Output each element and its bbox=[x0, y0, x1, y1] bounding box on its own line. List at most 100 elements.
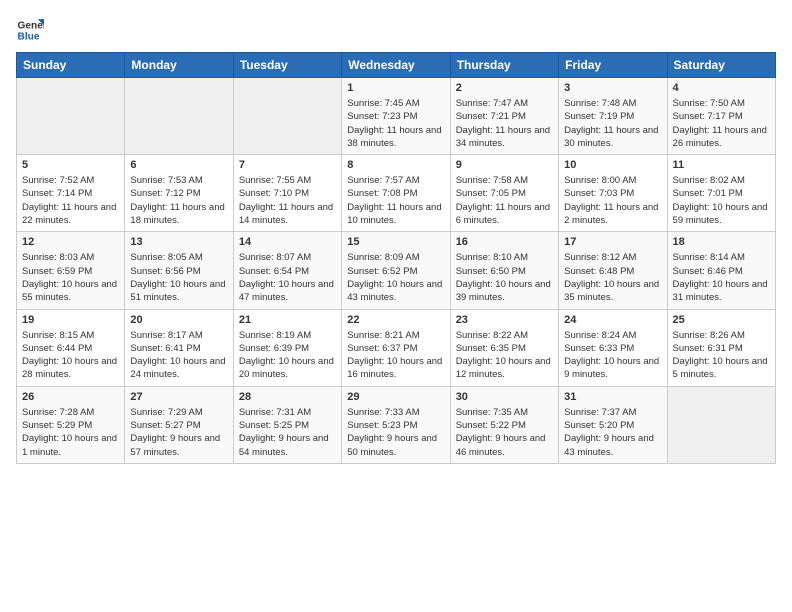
weekday-header-friday: Friday bbox=[559, 53, 667, 78]
day-number: 19 bbox=[22, 314, 119, 326]
day-number: 3 bbox=[564, 82, 661, 94]
header: General Blue bbox=[16, 16, 776, 44]
calendar-cell: 4 Sunrise: 7:50 AMSunset: 7:17 PMDaylight… bbox=[667, 78, 775, 155]
day-info: Sunrise: 7:35 AMSunset: 5:22 PMDaylight:… bbox=[456, 406, 553, 459]
day-info: Sunrise: 8:26 AMSunset: 6:31 PMDaylight:… bbox=[673, 329, 770, 382]
day-info: Sunrise: 8:19 AMSunset: 6:39 PMDaylight:… bbox=[239, 329, 336, 382]
day-info: Sunrise: 8:17 AMSunset: 6:41 PMDaylight:… bbox=[130, 329, 227, 382]
day-number: 2 bbox=[456, 82, 553, 94]
day-number: 28 bbox=[239, 391, 336, 403]
calendar-cell: 1 Sunrise: 7:45 AMSunset: 7:23 PMDaylight… bbox=[342, 78, 450, 155]
weekday-header-sunday: Sunday bbox=[17, 53, 125, 78]
calendar-cell bbox=[233, 78, 341, 155]
day-number: 11 bbox=[673, 159, 770, 171]
calendar-cell: 20 Sunrise: 8:17 AMSunset: 6:41 PMDayligh… bbox=[125, 309, 233, 386]
calendar-cell: 9 Sunrise: 7:58 AMSunset: 7:05 PMDaylight… bbox=[450, 155, 558, 232]
calendar-cell: 8 Sunrise: 7:57 AMSunset: 7:08 PMDaylight… bbox=[342, 155, 450, 232]
calendar-cell: 24Sunrise: 8:24 AMSunset: 6:33 PMDayligh… bbox=[559, 309, 667, 386]
calendar-cell: 29 Sunrise: 7:33 AMSunset: 5:23 PMDayligh… bbox=[342, 386, 450, 463]
svg-text:General: General bbox=[18, 20, 44, 31]
weekday-header-monday: Monday bbox=[125, 53, 233, 78]
calendar-cell: 10Sunrise: 8:00 AMSunset: 7:03 PMDayligh… bbox=[559, 155, 667, 232]
day-info: Sunrise: 7:55 AMSunset: 7:10 PMDaylight:… bbox=[239, 174, 336, 227]
day-number: 10 bbox=[564, 159, 661, 171]
day-number: 9 bbox=[456, 159, 553, 171]
calendar-cell: 23 Sunrise: 8:22 AMSunset: 6:35 PMDayligh… bbox=[450, 309, 558, 386]
logo-icon: General Blue bbox=[16, 16, 44, 44]
day-info: Sunrise: 8:03 AMSunset: 6:59 PMDaylight:… bbox=[22, 251, 119, 304]
calendar-cell: 21 Sunrise: 8:19 AMSunset: 6:39 PMDayligh… bbox=[233, 309, 341, 386]
day-number: 1 bbox=[347, 82, 444, 94]
day-info: Sunrise: 7:50 AMSunset: 7:17 PMDaylight:… bbox=[673, 97, 770, 150]
day-number: 17 bbox=[564, 236, 661, 248]
calendar-week-row: 1 Sunrise: 7:45 AMSunset: 7:23 PMDaylight… bbox=[17, 78, 776, 155]
weekday-header-wednesday: Wednesday bbox=[342, 53, 450, 78]
calendar-cell: 12 Sunrise: 8:03 AMSunset: 6:59 PMDayligh… bbox=[17, 232, 125, 309]
calendar-cell: 11 Sunrise: 8:02 AMSunset: 7:01 PMDayligh… bbox=[667, 155, 775, 232]
calendar-cell: 6Sunrise: 7:53 AMSunset: 7:12 PMDaylight… bbox=[125, 155, 233, 232]
day-info: Sunrise: 7:48 AMSunset: 7:19 PMDaylight:… bbox=[564, 97, 661, 150]
day-number: 6 bbox=[130, 159, 227, 171]
day-info: Sunrise: 7:37 AMSunset: 5:20 PMDaylight:… bbox=[564, 406, 661, 459]
logo: General Blue bbox=[16, 16, 44, 44]
day-info: Sunrise: 7:58 AMSunset: 7:05 PMDaylight:… bbox=[456, 174, 553, 227]
calendar-cell: 26 Sunrise: 7:28 AMSunset: 5:29 PMDayligh… bbox=[17, 386, 125, 463]
day-number: 16 bbox=[456, 236, 553, 248]
calendar-cell: 16 Sunrise: 8:10 AMSunset: 6:50 PMDayligh… bbox=[450, 232, 558, 309]
day-info: Sunrise: 8:22 AMSunset: 6:35 PMDaylight:… bbox=[456, 329, 553, 382]
day-info: Sunrise: 8:10 AMSunset: 6:50 PMDaylight:… bbox=[456, 251, 553, 304]
weekday-header-saturday: Saturday bbox=[667, 53, 775, 78]
day-number: 8 bbox=[347, 159, 444, 171]
day-info: Sunrise: 7:57 AMSunset: 7:08 PMDaylight:… bbox=[347, 174, 444, 227]
calendar-cell: 25 Sunrise: 8:26 AMSunset: 6:31 PMDayligh… bbox=[667, 309, 775, 386]
calendar-cell: 15 Sunrise: 8:09 AMSunset: 6:52 PMDayligh… bbox=[342, 232, 450, 309]
calendar-cell: 31 Sunrise: 7:37 AMSunset: 5:20 PMDayligh… bbox=[559, 386, 667, 463]
calendar-cell: 7 Sunrise: 7:55 AMSunset: 7:10 PMDaylight… bbox=[233, 155, 341, 232]
day-number: 14 bbox=[239, 236, 336, 248]
day-info: Sunrise: 8:15 AMSunset: 6:44 PMDaylight:… bbox=[22, 329, 119, 382]
day-info: Sunrise: 8:24 AMSunset: 6:33 PMDaylight:… bbox=[564, 329, 661, 382]
calendar-cell: 13Sunrise: 8:05 AMSunset: 6:56 PMDayligh… bbox=[125, 232, 233, 309]
day-number: 7 bbox=[239, 159, 336, 171]
day-info: Sunrise: 8:09 AMSunset: 6:52 PMDaylight:… bbox=[347, 251, 444, 304]
calendar-cell bbox=[17, 78, 125, 155]
day-info: Sunrise: 8:14 AMSunset: 6:46 PMDaylight:… bbox=[673, 251, 770, 304]
calendar-cell: 30Sunrise: 7:35 AMSunset: 5:22 PMDayligh… bbox=[450, 386, 558, 463]
day-number: 20 bbox=[130, 314, 227, 326]
calendar-week-row: 12 Sunrise: 8:03 AMSunset: 6:59 PMDayligh… bbox=[17, 232, 776, 309]
day-number: 26 bbox=[22, 391, 119, 403]
calendar-cell: 19 Sunrise: 8:15 AMSunset: 6:44 PMDayligh… bbox=[17, 309, 125, 386]
day-info: Sunrise: 8:07 AMSunset: 6:54 PMDaylight:… bbox=[239, 251, 336, 304]
weekday-header-tuesday: Tuesday bbox=[233, 53, 341, 78]
calendar-cell: 3 Sunrise: 7:48 AMSunset: 7:19 PMDaylight… bbox=[559, 78, 667, 155]
day-number: 21 bbox=[239, 314, 336, 326]
day-number: 4 bbox=[673, 82, 770, 94]
day-number: 15 bbox=[347, 236, 444, 248]
calendar-week-row: 26 Sunrise: 7:28 AMSunset: 5:29 PMDayligh… bbox=[17, 386, 776, 463]
weekday-header-thursday: Thursday bbox=[450, 53, 558, 78]
day-info: Sunrise: 8:02 AMSunset: 7:01 PMDaylight:… bbox=[673, 174, 770, 227]
day-number: 31 bbox=[564, 391, 661, 403]
day-info: Sunrise: 8:05 AMSunset: 6:56 PMDaylight:… bbox=[130, 251, 227, 304]
day-info: Sunrise: 8:21 AMSunset: 6:37 PMDaylight:… bbox=[347, 329, 444, 382]
day-info: Sunrise: 7:33 AMSunset: 5:23 PMDaylight:… bbox=[347, 406, 444, 459]
day-number: 22 bbox=[347, 314, 444, 326]
day-number: 29 bbox=[347, 391, 444, 403]
day-info: Sunrise: 7:47 AMSunset: 7:21 PMDaylight:… bbox=[456, 97, 553, 150]
day-info: Sunrise: 7:31 AMSunset: 5:25 PMDaylight:… bbox=[239, 406, 336, 459]
calendar-cell: 2 Sunrise: 7:47 AMSunset: 7:21 PMDaylight… bbox=[450, 78, 558, 155]
day-number: 23 bbox=[456, 314, 553, 326]
day-info: Sunrise: 8:12 AMSunset: 6:48 PMDaylight:… bbox=[564, 251, 661, 304]
day-number: 27 bbox=[130, 391, 227, 403]
calendar-cell: 18 Sunrise: 8:14 AMSunset: 6:46 PMDayligh… bbox=[667, 232, 775, 309]
day-number: 5 bbox=[22, 159, 119, 171]
day-number: 12 bbox=[22, 236, 119, 248]
calendar-cell: 14 Sunrise: 8:07 AMSunset: 6:54 PMDayligh… bbox=[233, 232, 341, 309]
day-info: Sunrise: 7:29 AMSunset: 5:27 PMDaylight:… bbox=[130, 406, 227, 459]
day-number: 18 bbox=[673, 236, 770, 248]
day-info: Sunrise: 7:28 AMSunset: 5:29 PMDaylight:… bbox=[22, 406, 119, 459]
day-info: Sunrise: 7:45 AMSunset: 7:23 PMDaylight:… bbox=[347, 97, 444, 150]
svg-text:Blue: Blue bbox=[18, 31, 40, 42]
day-number: 25 bbox=[673, 314, 770, 326]
calendar-cell bbox=[125, 78, 233, 155]
